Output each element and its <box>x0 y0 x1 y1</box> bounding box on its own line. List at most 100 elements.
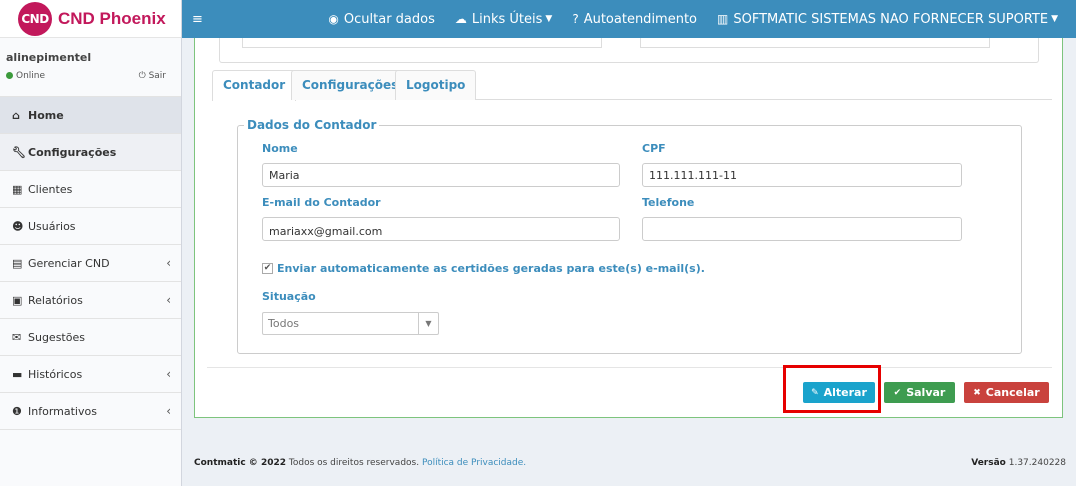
info-icon: ❶ <box>12 404 22 418</box>
eye-slash-icon: ◉ <box>328 12 339 26</box>
footer-left: Contmatic © 2022 Todos os direitos reser… <box>194 458 526 468</box>
company-label: SOFTMATIC SISTEMAS NAO FORNECER SUPORTE <box>733 11 1049 27</box>
cpf-input[interactable]: 111.111.111-11 <box>642 163 962 187</box>
chevron-left-icon: ‹ <box>166 404 171 418</box>
user-icon: ☻ <box>12 219 24 233</box>
version-value: 1.37.240228 <box>1008 458 1066 468</box>
sidebar-item-label: Usuários <box>28 219 76 233</box>
sidebar: CND CND Phoenix alinepimentel Online ⏻ S… <box>0 0 182 486</box>
footer-rights: Todos os direitos reservados. <box>288 458 420 468</box>
name-label: Nome <box>262 142 298 155</box>
stub-field <box>242 38 602 48</box>
phone-input[interactable] <box>642 217 962 241</box>
name-input[interactable]: Maria <box>262 163 620 187</box>
highlight-box <box>783 365 881 413</box>
self-service-link[interactable]: ? Autoatendimento <box>572 12 697 27</box>
sidebar-item-gerenciar-cnd[interactable]: ▤ Gerenciar CND ‹ <box>0 245 181 282</box>
question-circle-icon: ? <box>572 12 579 26</box>
brand-name: CND Phoenix <box>58 8 166 28</box>
online-dot-icon <box>6 72 13 79</box>
sidebar-item-clientes[interactable]: ▦ Clientes <box>0 171 181 208</box>
logout-label: Sair <box>148 71 166 81</box>
previous-section-stub <box>219 38 1039 63</box>
caret-down-icon: ▼ <box>1051 14 1058 24</box>
version-label: Versão <box>971 458 1006 468</box>
sidebar-item-sugestoes[interactable]: ✉ Sugestões <box>0 319 181 356</box>
tab-logotipo[interactable]: Logotipo <box>395 70 477 100</box>
tab-contador[interactable]: Contador <box>212 70 297 101</box>
close-icon: ✖ <box>973 387 981 398</box>
sidebar-item-label: Sugestões <box>28 330 85 344</box>
accountant-fieldset: Dados do Contador Nome Maria CPF 111.111… <box>237 118 1022 354</box>
building-icon: ▥ <box>717 12 729 26</box>
situation-select[interactable]: Todos ▼ <box>262 312 439 335</box>
user-status: Online <box>6 71 45 81</box>
sidebar-item-relatorios[interactable]: ▣ Relatórios ‹ <box>0 282 181 319</box>
comments-icon: ✉ <box>12 330 22 344</box>
chevron-left-icon: ‹ <box>166 293 171 307</box>
sidebar-item-configuracoes[interactable]: 🔧︎ Configurações <box>0 134 181 171</box>
settings-card: Contador Configurações Logotipo Dados do… <box>194 38 1063 418</box>
sidebar-item-label: Históricos <box>28 367 83 381</box>
logout-link[interactable]: ⏻ Sair <box>139 71 166 81</box>
stub-field <box>640 38 990 48</box>
file-icon: ▣ <box>12 293 23 307</box>
cloud-icon: ☁ <box>454 12 467 26</box>
sidebar-item-informativos[interactable]: ❶ Informativos ‹ <box>0 393 181 430</box>
cpf-label: CPF <box>642 142 666 155</box>
footer: Contmatic © 2022 Todos os direitos reser… <box>194 458 1066 468</box>
email-label: E-mail do Contador <box>262 196 381 209</box>
useful-links-label: Links Úteis <box>471 11 543 27</box>
sidebar-item-historicos[interactable]: ▬ Históricos ‹ <box>0 356 181 393</box>
sidebar-toggle-icon[interactable]: ≡ <box>182 12 222 27</box>
building-icon: ▦ <box>12 182 23 196</box>
sidebar-item-label: Relatórios <box>28 293 83 307</box>
privacy-link[interactable]: Política de Privacidade. <box>422 458 526 468</box>
useful-links-dropdown[interactable]: ☁ Links Úteis ▼ <box>455 12 552 27</box>
sidebar-item-label: Configurações <box>28 145 117 159</box>
cancel-label: Cancelar <box>985 386 1040 399</box>
archive-icon: ▬ <box>12 367 23 381</box>
sidebar-item-label: Gerenciar CND <box>28 256 110 270</box>
home-icon: ⌂ <box>12 108 20 122</box>
top-navbar: ≡ ◉ Ocultar dados ☁ Links Úteis ▼ ? Auto… <box>182 0 1076 38</box>
caret-down-icon: ▼ <box>545 14 553 24</box>
chevron-left-icon: ‹ <box>166 367 171 381</box>
sidebar-item-label: Clientes <box>28 182 73 196</box>
save-label: Salvar <box>906 386 946 399</box>
fieldset-legend: Dados do Contador <box>244 118 380 132</box>
cancel-button[interactable]: ✖ Cancelar <box>964 382 1049 403</box>
auto-send-checkbox[interactable]: ✔ <box>262 263 273 274</box>
sidebar-item-usuarios[interactable]: ☻ Usuários <box>0 208 181 245</box>
sidebar-item-label: Home <box>28 108 64 122</box>
hide-data-button[interactable]: ◉ Ocultar dados <box>328 12 434 27</box>
auto-send-label: Enviar automaticamente as certidões gera… <box>277 262 705 275</box>
footer-brand: Contmatic © 2022 <box>194 458 286 468</box>
sidebar-item-label: Informativos <box>28 404 97 418</box>
situation-value: Todos <box>268 317 300 330</box>
footer-version: Versão 1.37.240228 <box>971 458 1066 468</box>
calendar-icon: ▤ <box>12 256 23 270</box>
phone-label: Telefone <box>642 196 695 209</box>
power-icon: ⏻ <box>138 71 146 81</box>
situation-label: Situação <box>262 290 316 303</box>
caret-down-icon: ▼ <box>418 313 438 334</box>
user-status-label: Online <box>16 71 46 81</box>
check-icon: ✔ <box>893 387 902 398</box>
sidebar-item-home[interactable]: ⌂ Home <box>0 97 181 134</box>
brand[interactable]: CND CND Phoenix <box>0 0 181 38</box>
tab-bar: Contador Configurações Logotipo <box>212 70 1052 101</box>
divider <box>207 367 1052 368</box>
company-dropdown[interactable]: ▥ SOFTMATIC SISTEMAS NAO FORNECER SUPORT… <box>717 12 1058 27</box>
chevron-left-icon: ‹ <box>166 256 171 270</box>
tab-configuracoes[interactable]: Configurações <box>291 70 410 100</box>
brand-logo: CND <box>18 1 52 36</box>
user-panel: alinepimentel Online ⏻ Sair <box>0 38 181 97</box>
self-service-label: Autoatendimento <box>583 11 698 27</box>
wrench-icon: 🔧︎ <box>12 145 26 159</box>
user-name: alinepimentel <box>6 51 92 64</box>
auto-send-option[interactable]: ✔ Enviar automaticamente as certidões ge… <box>262 262 705 275</box>
save-button[interactable]: ✔ Salvar <box>884 382 955 403</box>
hide-data-label: Ocultar dados <box>343 11 435 27</box>
email-input[interactable]: mariaxx@gmail.com <box>262 217 620 241</box>
